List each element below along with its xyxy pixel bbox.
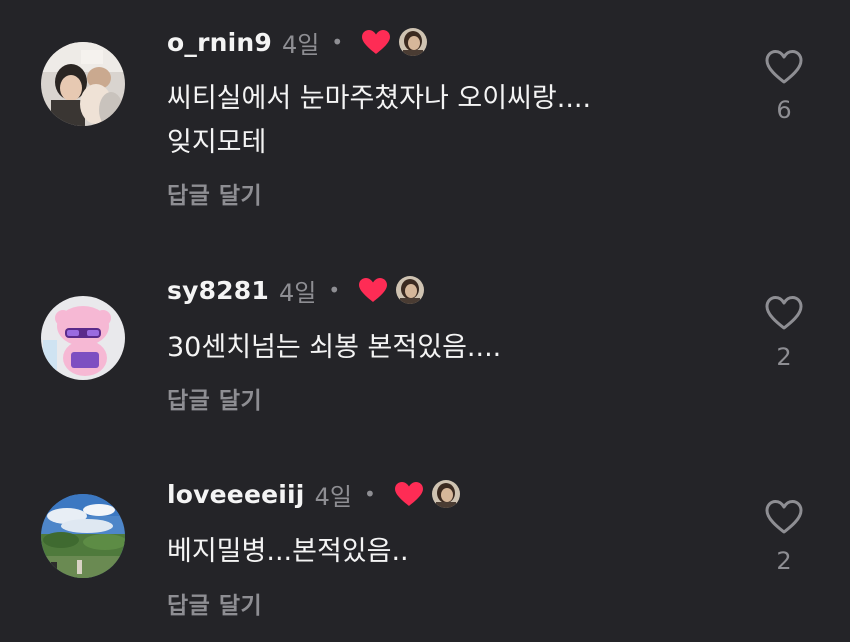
comment-text: 베지밀병...본적있음..	[167, 536, 409, 567]
separator-dot: •	[331, 30, 344, 54]
creator-liked-heart-icon	[358, 277, 388, 303]
user-avatar[interactable]	[41, 494, 125, 578]
comment-time: 4일	[281, 30, 320, 59]
comment-time: 4일	[314, 482, 352, 511]
like-count: 2	[776, 343, 792, 371]
heart-outline-icon[interactable]	[764, 295, 804, 331]
like-count: 2	[776, 547, 792, 575]
comment-meta: loveeeeiij 4일 •	[167, 477, 460, 511]
comment-time: 4일	[278, 278, 317, 307]
comment-item: loveeeeiij 4일 • 베지밀병...본적있음.. 답글 달기 2	[0, 435, 850, 642]
comment-meta: sy8281 4일 •	[167, 273, 425, 307]
comment-text: 30센치넘는 쇠봉 본적있음....	[167, 332, 502, 363]
heart-outline-icon[interactable]	[764, 499, 804, 535]
creator-avatar	[431, 480, 460, 508]
username[interactable]: sy8281	[167, 276, 269, 305]
reply-button[interactable]: 답글 달기	[167, 381, 262, 415]
comment-meta: o_rnin9 4일 •	[167, 25, 428, 59]
separator-dot: •	[328, 278, 341, 302]
user-avatar[interactable]	[41, 296, 125, 380]
comment-item: o_rnin9 4일 • 씨티실에서 눈마주쳤자나 오이씨랑.... 잊지모테 …	[0, 0, 850, 230]
heart-outline-icon[interactable]	[764, 49, 804, 85]
separator-dot: •	[363, 482, 376, 506]
comment-text: 씨티실에서 눈마주쳤자나 오이씨랑.... 잊지모테	[167, 83, 592, 158]
creator-avatar	[399, 28, 428, 56]
comment-item: sy8281 4일 • 30센치넘는 쇠봉 본적있음.... 답글 달기 2	[0, 230, 850, 435]
reply-button[interactable]: 답글 달기	[167, 586, 262, 620]
creator-liked-heart-icon	[361, 29, 391, 55]
reply-button[interactable]: 답글 달기	[167, 176, 262, 210]
username[interactable]: o_rnin9	[167, 28, 272, 57]
username[interactable]: loveeeeiij	[167, 480, 305, 509]
like-count: 6	[776, 96, 792, 124]
user-avatar[interactable]	[41, 42, 125, 126]
creator-avatar	[396, 276, 425, 304]
creator-liked-heart-icon	[394, 481, 424, 507]
